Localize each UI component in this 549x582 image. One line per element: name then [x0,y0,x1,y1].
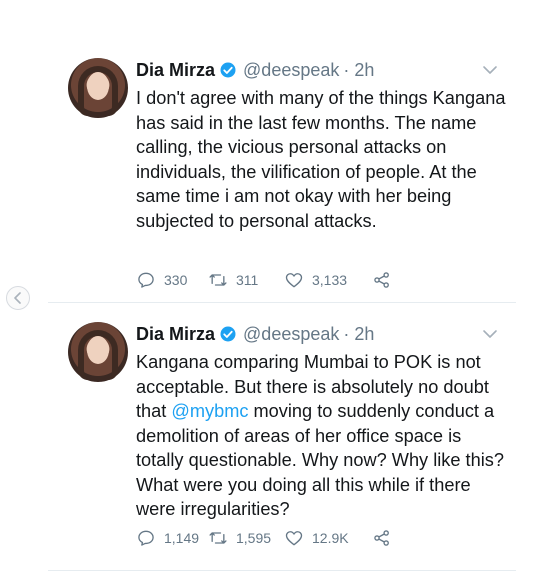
tweet-text: Kangana comparing Mumbai to POK is not a… [136,350,506,522]
reply-icon [138,272,154,288]
like-count: 12.9K [312,530,349,546]
share-button[interactable] [372,270,392,290]
avatar[interactable] [68,322,128,382]
retweet-count: 311 [236,272,259,288]
carousel-prev-button[interactable] [6,286,30,310]
like-icon [285,273,303,288]
tweet-header: Dia Mirza @deespeak · 2h [136,58,374,82]
avatar-face [87,72,109,100]
verified-badge-icon [219,325,237,343]
reply-icon [138,530,154,546]
tweet-header: Dia Mirza @deespeak · 2h [136,322,374,346]
retweet-count: 1,595 [236,530,272,546]
like-button[interactable]: 3,133 [284,270,372,290]
reply-button[interactable]: 1,149 [136,528,208,548]
share-icon [374,272,389,288]
divider [48,570,516,571]
author-name[interactable]: Dia Mirza [136,60,215,81]
reply-count: 1,149 [164,530,200,546]
tweet-list: Dia Mirza @deespeak · 2h I don't agree w… [48,44,516,564]
divider [48,302,516,303]
reply-count: 330 [164,272,188,288]
verified-badge-icon [219,61,237,79]
retweet-button[interactable]: 1,595 [208,528,284,548]
reply-button[interactable]: 330 [136,270,208,290]
tweet-text: I don't agree with many of the things Ka… [136,88,506,231]
avatar-face [87,336,109,364]
tweet-time[interactable]: · 2h [343,60,374,81]
like-count: 3,133 [312,272,348,288]
like-icon [285,531,303,546]
share-button[interactable] [372,528,392,548]
chevron-down-icon[interactable] [482,328,498,340]
retweet-icon [209,274,227,286]
tweet-actions: 330 311 3,133 [136,270,392,290]
like-button[interactable]: 12.9K [284,528,372,548]
retweet-button[interactable]: 311 [208,270,284,290]
retweet-icon [209,532,227,544]
author-handle[interactable]: @deespeak [243,60,339,81]
share-icon [374,530,389,546]
author-handle[interactable]: @deespeak [243,324,339,345]
avatar[interactable] [68,58,128,118]
back-arrow-icon [14,292,21,304]
tweet-actions: 1,149 1,595 12.9K [136,528,392,548]
mention-link[interactable]: @mybmc [171,401,248,421]
author-name[interactable]: Dia Mirza [136,324,215,345]
tweet-time[interactable]: · 2h [343,324,374,345]
chevron-down-icon[interactable] [482,64,498,76]
